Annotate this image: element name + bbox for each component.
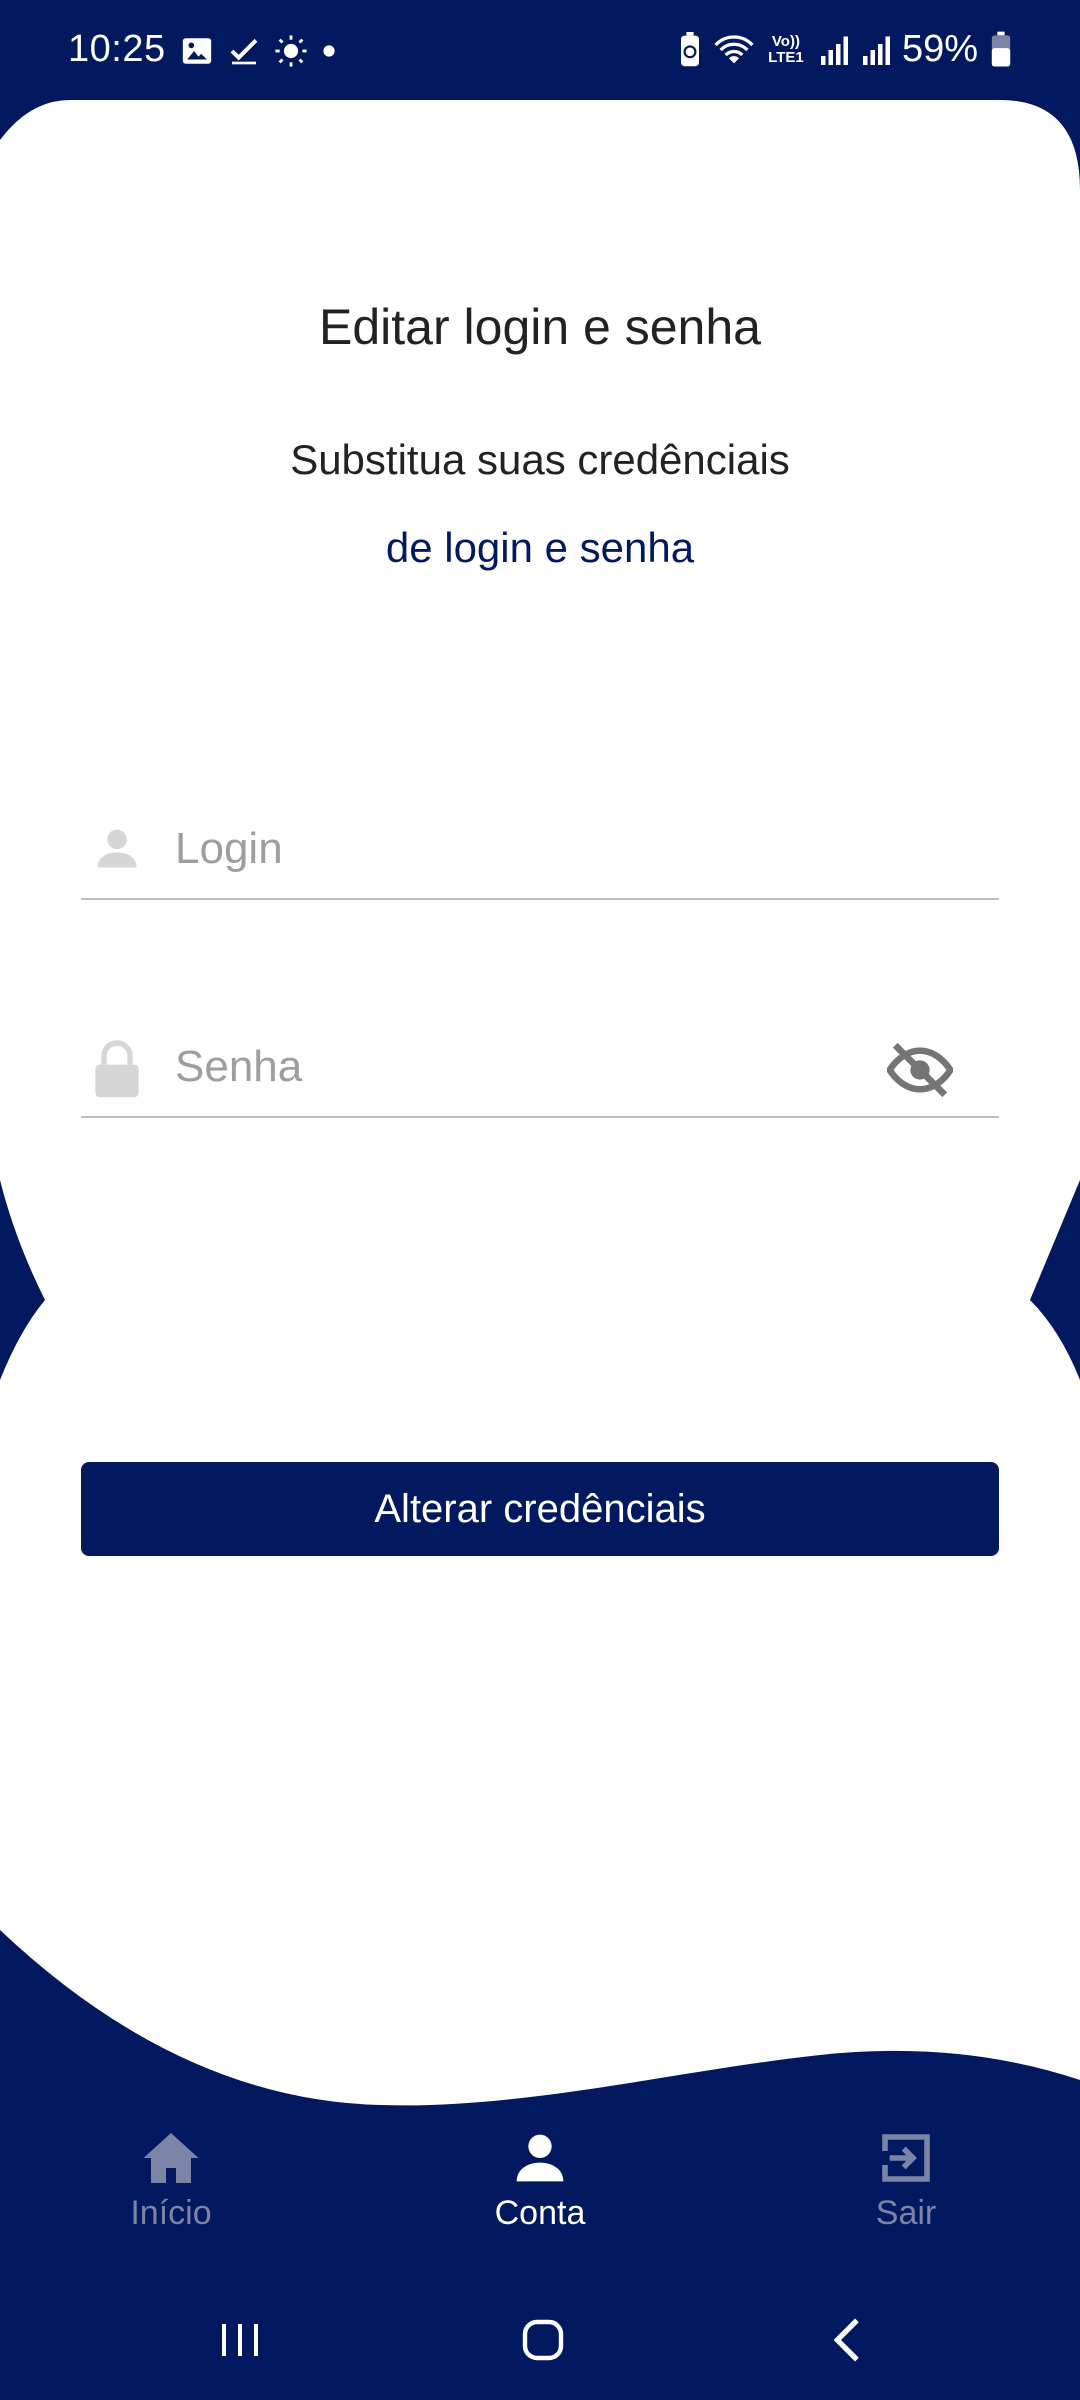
exit-icon [880, 2134, 930, 2182]
recents-icon [222, 2324, 258, 2356]
password-placeholder: Senha [175, 1042, 303, 1091]
battery-saver-icon [680, 31, 699, 66]
recents-button[interactable] [200, 2310, 280, 2370]
change-credentials-button[interactable]: Alterar credênciais [81, 1462, 999, 1556]
page-title: Editar login e senha [319, 299, 761, 355]
back-icon [833, 2318, 859, 2362]
nav-label-home: Início [130, 2194, 212, 2232]
nav-item-home[interactable]: Início [71, 2130, 271, 2233]
subtitle-line-1: Substitua suas credênciais [290, 436, 790, 483]
volte-icon: Vo)) LTE1 [768, 32, 804, 66]
brightness-icon [275, 35, 307, 67]
status-bar: 10:25 Vo)) LTE1 59% [0, 0, 1080, 104]
nav-label-exit: Sair [875, 2194, 937, 2232]
subtitle-line-2: de login e senha [385, 524, 695, 571]
home-icon [522, 2319, 564, 2361]
login-field[interactable]: Login [81, 810, 999, 900]
dot-icon [323, 45, 335, 57]
system-home-button[interactable] [503, 2310, 583, 2370]
back-button[interactable] [806, 2310, 886, 2370]
password-field[interactable]: Senha [81, 1028, 999, 1118]
signal-icon [820, 36, 848, 65]
wifi-icon [714, 34, 754, 63]
nav-item-account[interactable]: Conta [440, 2130, 640, 2233]
home-icon [143, 2133, 199, 2183]
login-placeholder: Login [175, 824, 283, 873]
lock-icon [95, 1040, 139, 1098]
check-icon [230, 38, 258, 65]
signal-icon [862, 36, 890, 65]
nav-item-exit[interactable]: Sair [806, 2130, 1006, 2233]
person-icon [516, 2134, 564, 2182]
eye-off-icon[interactable] [887, 1042, 953, 1098]
status-system-icons: Vo)) LTE1 59% [678, 28, 1012, 71]
nav-label-account: Conta [494, 2194, 586, 2232]
battery-icon [991, 31, 1011, 66]
background-card [0, 100, 1080, 2106]
battery-percent: 59% [901, 28, 978, 70]
image-icon [182, 38, 212, 64]
status-notification-icons [180, 34, 336, 68]
person-icon [97, 829, 137, 868]
status-time: 10:25 [68, 28, 166, 70]
